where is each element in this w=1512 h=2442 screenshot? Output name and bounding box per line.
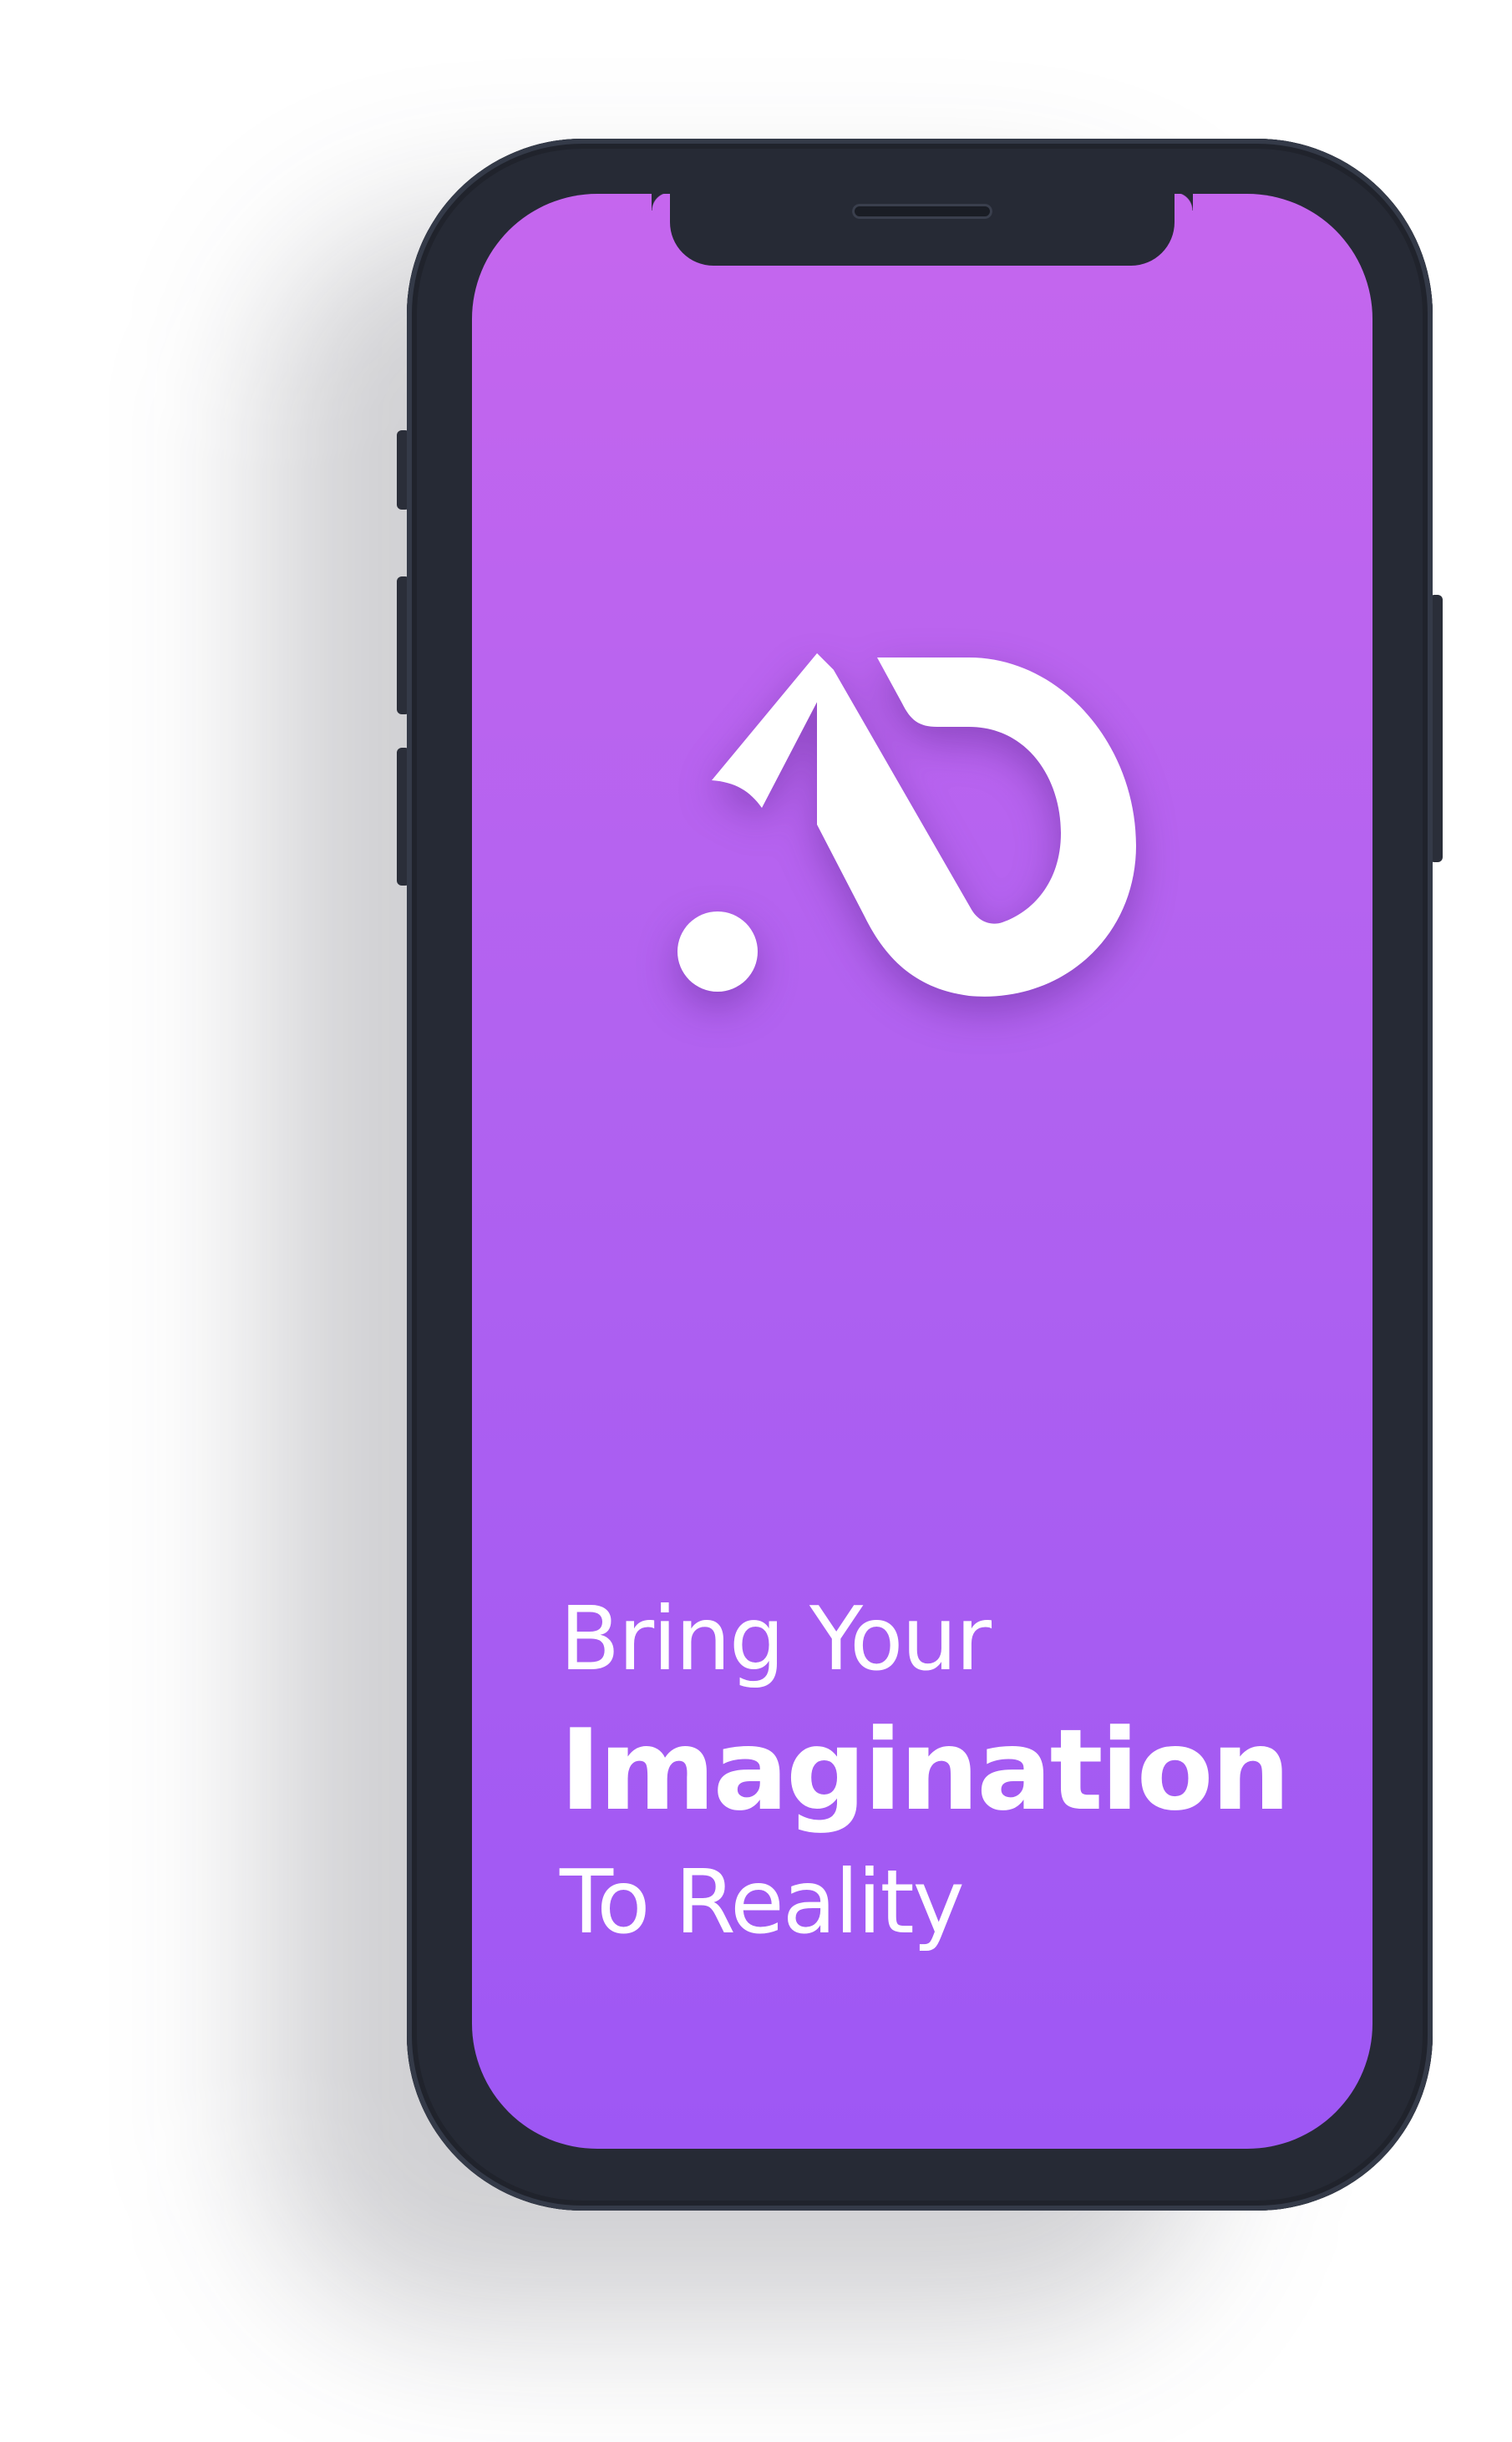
notch [670, 194, 1193, 266]
tagline-line-1: Bring Your [560, 1588, 992, 1690]
phone-screen: Bring Your Imagination To Reality [472, 194, 1372, 2149]
mockup-stage: Bring Your Imagination To Reality [0, 0, 1512, 2442]
tagline: Bring Your Imagination To Reality [560, 1576, 1291, 1965]
tagline-line-3: To Reality [560, 1851, 965, 1953]
tagline-line-2: Imagination [560, 1705, 1291, 1835]
ad-monogram-logo-icon [677, 653, 1136, 997]
speaker-grille [852, 204, 992, 219]
